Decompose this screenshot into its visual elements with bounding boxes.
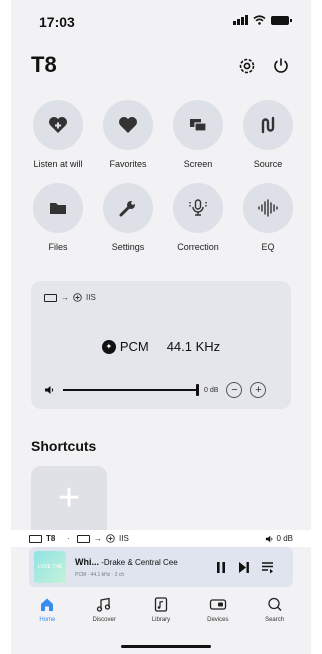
pause-icon[interactable] <box>215 561 227 574</box>
tile-label: Favorites <box>109 159 147 169</box>
tab-label: Search <box>265 617 285 623</box>
files-button[interactable]: Files <box>23 183 93 252</box>
music-note-icon <box>97 597 111 612</box>
tab-bar: Home Discover Library Devices Search <box>11 597 311 637</box>
wifi-icon <box>253 15 266 25</box>
volume-slider-handle[interactable] <box>196 384 199 396</box>
track-info: Whi... -Drake & Central Cee PCM · 44.1 k… <box>75 557 205 578</box>
volume-slider[interactable] <box>63 384 199 396</box>
screen-icon <box>173 100 223 150</box>
separator-dot: · <box>67 534 71 543</box>
library-icon <box>154 597 168 612</box>
queue-icon[interactable] <box>261 561 274 574</box>
listen-at-will-button[interactable]: Listen at will <box>23 100 93 169</box>
heart-plus-icon <box>33 100 83 150</box>
battery-icon <box>271 15 292 25</box>
tab-search[interactable]: Search <box>249 597 301 637</box>
tile-label: Source <box>253 159 283 169</box>
equalizer-icon <box>243 183 293 233</box>
screen-button[interactable]: Screen <box>163 100 233 169</box>
source-icon <box>243 100 293 150</box>
volume-row: 0 dB − + <box>44 381 279 399</box>
tab-label: Home <box>39 617 56 623</box>
folder-icon <box>33 183 83 233</box>
speaker-icon <box>265 535 272 542</box>
output-route: → IIS <box>44 293 96 302</box>
eq-button[interactable]: EQ <box>233 183 303 252</box>
tile-label: Files <box>48 242 68 252</box>
microphone-icon <box>173 183 223 233</box>
favorites-button[interactable]: Favorites <box>93 100 163 169</box>
audio-format: ✦ PCM 44.1 KHz <box>31 339 291 354</box>
volume-value: 0 dB <box>276 534 293 543</box>
device-icon <box>209 599 226 610</box>
format-label: PCM <box>119 339 149 354</box>
tab-discover[interactable]: Discover <box>78 597 130 637</box>
status-icons <box>233 15 292 25</box>
settings-button[interactable]: Settings <box>93 183 163 252</box>
tab-home[interactable]: Home <box>21 597 73 637</box>
output-icon <box>106 534 115 543</box>
signal-icon <box>233 15 248 25</box>
control-grid: Listen at will Favorites Screen Source F… <box>23 100 303 252</box>
tile-label: Correction <box>177 242 219 252</box>
tab-library[interactable]: Library <box>135 597 187 637</box>
search-icon <box>267 597 282 611</box>
tab-devices[interactable]: Devices <box>192 597 244 637</box>
route-label: IIS <box>86 293 96 302</box>
output-icon <box>73 293 82 302</box>
heart-icon <box>103 100 153 150</box>
power-icon[interactable] <box>269 54 293 78</box>
device-icon <box>77 534 91 543</box>
track-title: Whi... <box>75 556 99 567</box>
arrow-icon: → <box>61 293 69 302</box>
tile-label: Listen at will <box>33 159 83 169</box>
status-time: 17:03 <box>39 14 75 30</box>
home-icon <box>41 598 54 611</box>
home-indicator <box>121 645 211 648</box>
track-detail: PCM · 44.1 kHz · 2 ch <box>75 571 125 578</box>
wrench-icon <box>103 183 153 233</box>
shortcuts-heading: Shortcuts <box>31 438 97 454</box>
track-artist: -Drake & Central Cee <box>99 557 178 567</box>
header: T8 <box>31 52 293 82</box>
volume-down-button[interactable]: − <box>226 382 243 398</box>
tile-label: EQ <box>261 242 275 252</box>
tile-label: Screen <box>183 159 213 169</box>
arrow-icon: → <box>94 534 103 543</box>
volume-up-button[interactable]: + <box>250 382 267 398</box>
volume-value: 0 dB <box>204 386 219 394</box>
device-icon <box>29 534 42 543</box>
app-screen: 17:03 T8 Listen at will Favorites Screen… <box>11 0 311 654</box>
next-track-icon[interactable] <box>238 561 250 574</box>
gear-icon[interactable] <box>235 54 259 78</box>
tab-label: Devices <box>207 617 229 623</box>
add-shortcut-button[interactable]: + <box>31 466 107 530</box>
route-label: IIS <box>119 534 129 543</box>
source-button[interactable]: Source <box>233 100 303 169</box>
device-icon <box>44 293 57 302</box>
correction-button[interactable]: Correction <box>163 183 233 252</box>
connection-status-bar: T8 · → IIS 0 dB <box>11 530 311 547</box>
tab-label: Library <box>151 617 171 623</box>
pcm-icon: ✦ <box>101 339 116 354</box>
device-name: T8 <box>46 534 56 543</box>
device-title: T8 <box>31 52 57 77</box>
playback-card: → IIS ✦ PCM 44.1 KHz 0 dB − + <box>31 281 291 409</box>
album-art: LOVE THE <box>34 551 66 583</box>
sample-rate: 44.1 KHz <box>166 339 221 354</box>
tab-label: Discover <box>92 617 116 623</box>
speaker-icon <box>45 386 54 394</box>
status-bar: 17:03 <box>11 0 311 40</box>
now-playing-bar[interactable]: LOVE THE Whi... -Drake & Central Cee PCM… <box>29 547 293 587</box>
tile-label: Settings <box>111 242 145 252</box>
